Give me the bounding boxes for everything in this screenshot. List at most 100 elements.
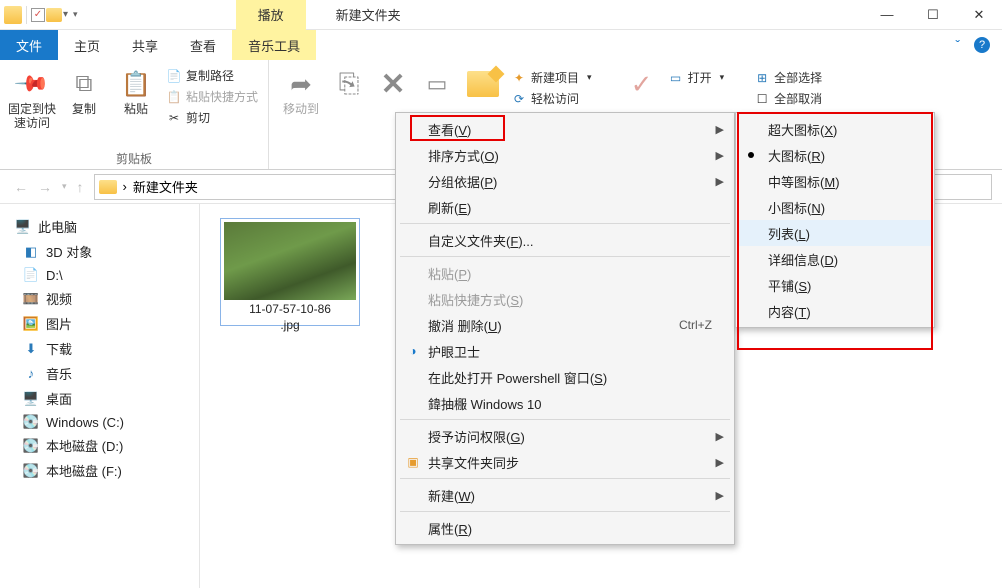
nav-3d-objects[interactable]: ◧3D 对象 <box>4 239 195 264</box>
ctx-powershell[interactable]: 在此处打开 Powershell 窗口(S) <box>398 364 732 390</box>
delete-icon: ✕ <box>377 68 409 100</box>
ctx-huyan[interactable]: ◑护眼卫士 <box>398 338 732 364</box>
ctx-view-sm[interactable]: 小图标(N) <box>738 194 932 220</box>
history-dropdown[interactable]: ▾ <box>58 179 71 194</box>
folder-icon <box>4 6 22 24</box>
forward-button[interactable]: → <box>34 177 56 197</box>
context-menu-main: 查看(V)▶ 排序方式(O)▶ 分组依据(P)▶ 刷新(E) 自定义文件夹(F)… <box>395 112 735 545</box>
ctx-customize[interactable]: 自定义文件夹(F)... <box>398 227 732 253</box>
ctx-view-content[interactable]: 内容(T) <box>738 298 932 324</box>
drive-icon: 💽 <box>22 414 40 430</box>
qat-customize-icon[interactable]: ▾ <box>63 9 68 20</box>
move-to-icon: ➦ <box>285 68 317 100</box>
music-icon: ♪ <box>22 366 40 382</box>
shield-icon: ◑ <box>404 342 422 360</box>
ctx-undo[interactable]: 撤消 删除(U)Ctrl+Z <box>398 312 732 338</box>
copy-path-button[interactable]: 📄复制路径 <box>164 66 260 85</box>
pc-icon: 🖥️ <box>14 219 32 235</box>
help-icon[interactable]: ? <box>974 37 990 53</box>
ctx-grant-access[interactable]: 授予访问权限(G)▶ <box>398 423 732 449</box>
new-folder-icon <box>467 68 499 100</box>
move-to-button[interactable]: ➦ 移动到 <box>277 64 325 165</box>
ribbon-tabs: 文件 主页 共享 查看 音乐工具 ˇ ? <box>0 30 1002 60</box>
qat-properties-icon[interactable]: ✓ <box>31 8 45 22</box>
select-none-button[interactable]: ☐全部取消 <box>752 89 824 108</box>
breadcrumb-folder[interactable]: 新建文件夹 <box>133 177 198 196</box>
nav-pictures[interactable]: 🖼️图片 <box>4 311 195 336</box>
paste-shortcut-button[interactable]: 📋粘贴快捷方式 <box>164 87 260 106</box>
nav-this-pc[interactable]: 🖥️此电脑 <box>4 214 195 239</box>
ctx-share-sync[interactable]: ▣共享文件夹同步▶ <box>398 449 732 475</box>
select-all-icon: ⊞ <box>754 70 770 86</box>
rename-icon: ▭ <box>421 68 453 100</box>
tab-music-tools[interactable]: 音乐工具 <box>232 30 316 60</box>
context-submenu-view: 超大图标(X) 大图标(R) 中等图标(M) 小图标(N) 列表(L) 详细信息… <box>735 112 935 328</box>
nav-desktop[interactable]: 🖥️桌面 <box>4 386 195 411</box>
window-title: 新建文件夹 <box>336 5 401 24</box>
pin-icon: 📌 <box>13 65 51 103</box>
cube-icon: ◧ <box>22 244 40 260</box>
ctx-properties[interactable]: 属性(R) <box>398 515 732 541</box>
nav-c-drive[interactable]: 💽Windows (C:) <box>4 411 195 433</box>
window-controls: — ☐ ✕ <box>864 0 1002 30</box>
paste-shortcut-icon: 📋 <box>166 89 182 105</box>
open-icon: ▭ <box>668 70 684 86</box>
ctx-new[interactable]: 新建(W)▶ <box>398 482 732 508</box>
ctx-win10[interactable]: 鍏抽棴 Windows 10 <box>398 390 732 416</box>
ctx-sort[interactable]: 排序方式(O)▶ <box>398 142 732 168</box>
nav-videos[interactable]: 🎞️视频 <box>4 286 195 311</box>
download-icon: ⬇ <box>22 341 40 357</box>
file-thumb-1[interactable]: 11-07-57-10-86 .jpg <box>210 218 370 326</box>
ctx-view-lg[interactable]: 大图标(R) <box>738 142 932 168</box>
open-button[interactable]: ▭打开▾ <box>666 68 727 87</box>
qat-dropdown[interactable]: ▾ <box>69 9 82 20</box>
nav-pane: 🖥️此电脑 ◧3D 对象 📄D:\ 🎞️视频 🖼️图片 ⬇下载 ♪音乐 🖥️桌面… <box>0 204 200 588</box>
tab-share[interactable]: 共享 <box>116 30 174 60</box>
ctx-view-list[interactable]: 列表(L) <box>738 220 932 246</box>
copy-icon: ⧉ <box>68 68 100 100</box>
properties-icon: ✓ <box>626 68 658 100</box>
ribbon-collapse-icon[interactable]: ˇ <box>949 37 966 53</box>
nav-d-drive-top[interactable]: 📄D:\ <box>4 264 195 286</box>
titlebar: ✓ ▾ ▾ 播放 新建文件夹 — ☐ ✕ <box>0 0 1002 30</box>
pictures-icon: 🖼️ <box>22 316 40 332</box>
up-button[interactable]: ↑ <box>73 177 88 197</box>
copy-button[interactable]: ⧉ 复制 <box>60 64 108 148</box>
sync-icon: ▣ <box>404 453 422 471</box>
qat-folder-icon[interactable] <box>46 8 62 22</box>
paste-icon: 📋 <box>120 68 152 100</box>
select-all-button[interactable]: ⊞全部选择 <box>752 68 824 87</box>
nav-downloads[interactable]: ⬇下载 <box>4 336 195 361</box>
cut-button[interactable]: ✂剪切 <box>164 108 260 127</box>
newitem-icon: ✦ <box>511 70 527 86</box>
paste-button[interactable]: 📋 粘贴 <box>112 64 160 148</box>
nav-music[interactable]: ♪音乐 <box>4 361 195 386</box>
ctx-view-md[interactable]: 中等图标(M) <box>738 168 932 194</box>
tab-home[interactable]: 主页 <box>58 30 116 60</box>
folder-icon <box>99 180 117 194</box>
maximize-button[interactable]: ☐ <box>910 0 956 30</box>
minimize-button[interactable]: — <box>864 0 910 30</box>
ctx-view[interactable]: 查看(V)▶ <box>398 116 732 142</box>
ctx-group[interactable]: 分组依据(P)▶ <box>398 168 732 194</box>
close-button[interactable]: ✕ <box>956 0 1002 30</box>
copy-to-button[interactable]: ⎘ <box>329 64 369 165</box>
ctx-refresh[interactable]: 刷新(E) <box>398 194 732 220</box>
nav-arrows: ← → ▾ ↑ <box>10 177 88 197</box>
ctx-paste-shortcut: 粘贴快捷方式(S) <box>398 286 732 312</box>
easy-access-button[interactable]: ⟳轻松访问 <box>509 89 594 108</box>
nav-d-drive[interactable]: 💽本地磁盘 (D:) <box>4 433 195 458</box>
tool-tab-play[interactable]: 播放 <box>236 0 306 30</box>
ctx-view-xl[interactable]: 超大图标(X) <box>738 116 932 142</box>
tab-file[interactable]: 文件 <box>0 30 58 60</box>
pin-to-quick-access-button[interactable]: 📌 固定到快 速访问 <box>8 64 56 148</box>
drive-icon: 💽 <box>22 438 40 454</box>
ctx-view-details[interactable]: 详细信息(D) <box>738 246 932 272</box>
ctx-view-tiles[interactable]: 平铺(S) <box>738 272 932 298</box>
easyaccess-icon: ⟳ <box>511 91 527 107</box>
tab-view[interactable]: 查看 <box>174 30 232 60</box>
nav-f-drive[interactable]: 💽本地磁盘 (F:) <box>4 458 195 483</box>
video-icon: 🎞️ <box>22 291 40 307</box>
back-button[interactable]: ← <box>10 177 32 197</box>
new-item-button[interactable]: ✦新建项目▾ <box>509 68 594 87</box>
